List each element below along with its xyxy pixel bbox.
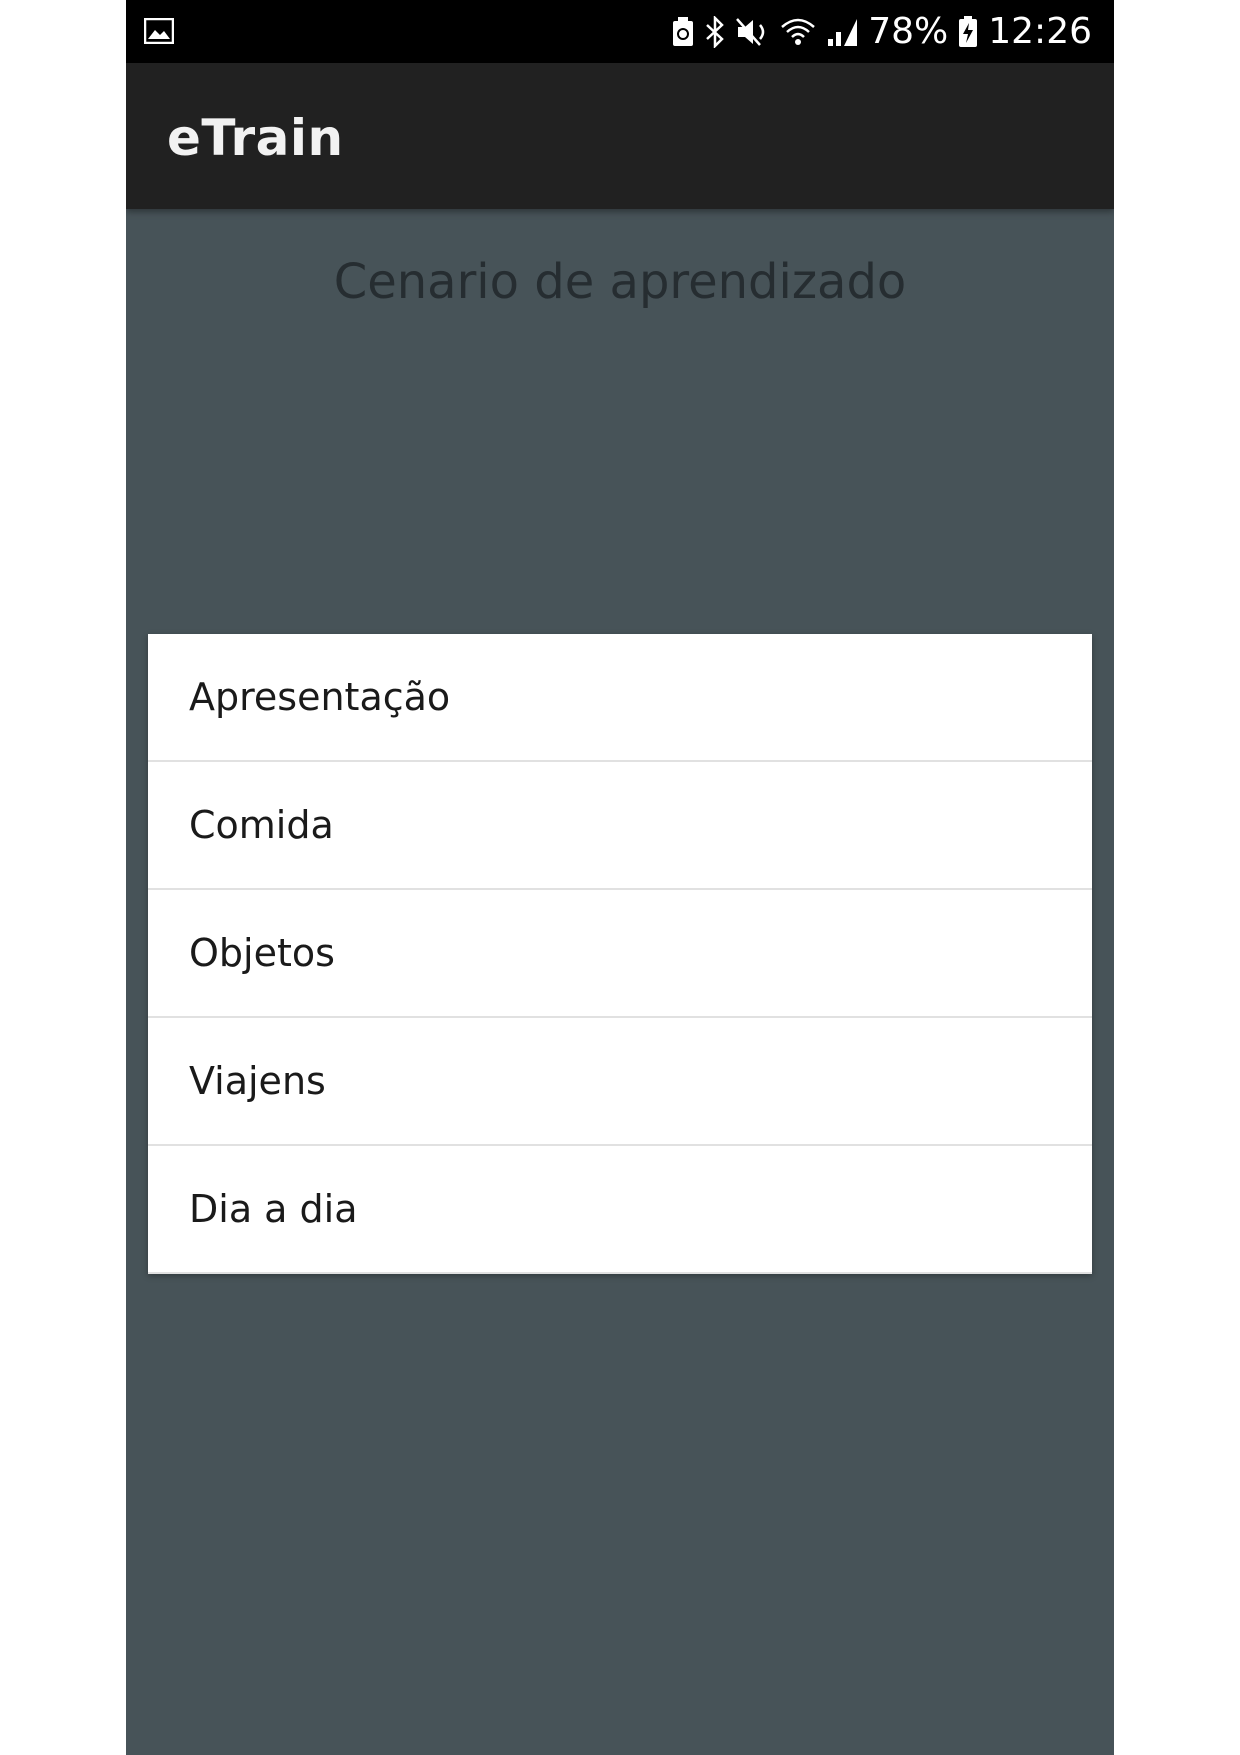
scenario-list-dialog: Apresentação Comida Objetos Viajens Dia …	[148, 634, 1092, 1274]
list-item-viajens[interactable]: Viajens	[148, 1018, 1092, 1146]
bluetooth-icon	[706, 15, 725, 48]
phone-screen: 78% 12:26 eTrain Cenario de aprendizado …	[126, 0, 1114, 1755]
list-item-objetos[interactable]: Objetos	[148, 890, 1092, 1018]
status-icons: 78% 12:26	[672, 0, 1092, 63]
battery-icon	[959, 15, 978, 47]
status-bar: 78% 12:26	[126, 0, 1114, 63]
list-item-dia-a-dia[interactable]: Dia a dia	[148, 1146, 1092, 1274]
page-title: Cenario de aprendizado	[333, 254, 907, 310]
app-title: eTrain	[167, 109, 344, 167]
signal-icon	[828, 18, 858, 46]
wifi-icon	[781, 18, 816, 45]
mute-icon	[736, 17, 765, 46]
battery-percent: 78%	[868, 11, 949, 52]
app-bar: eTrain	[126, 63, 1114, 209]
image-icon	[144, 18, 174, 44]
list-item-apresentacao[interactable]: Apresentação	[148, 634, 1092, 762]
status-time: 12:26	[988, 11, 1092, 52]
list-item-comida[interactable]: Comida	[148, 762, 1092, 890]
recycle-icon	[673, 16, 694, 46]
